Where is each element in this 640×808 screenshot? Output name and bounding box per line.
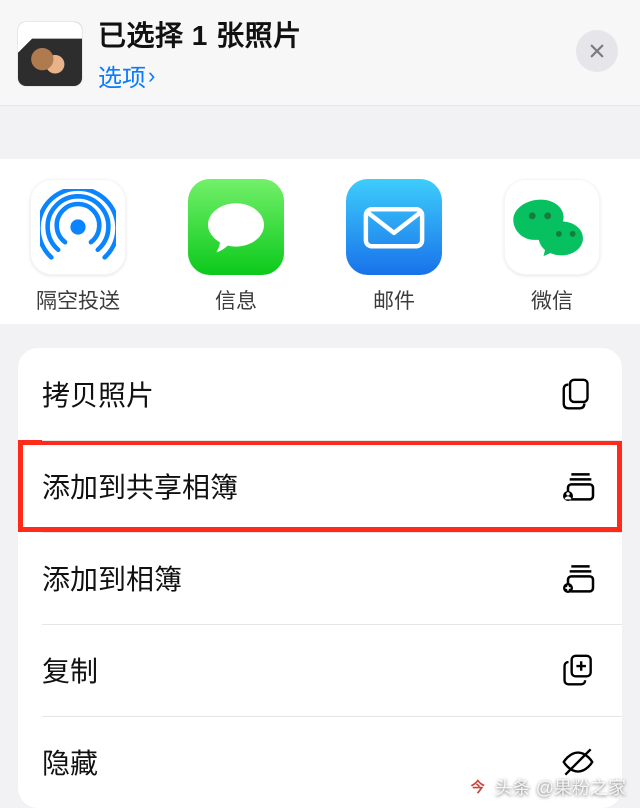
share-app-label: 隔空投送 — [36, 285, 120, 315]
airdrop-icon — [30, 179, 126, 275]
action-add-to-album[interactable]: 添加到相簿 — [18, 532, 622, 624]
share-app-label: 微信 — [531, 285, 573, 315]
actions-section: 拷贝照片 添加到共享相簿 — [0, 324, 640, 808]
share-app-label: 信息 — [215, 285, 257, 315]
close-button[interactable] — [576, 30, 618, 72]
share-app-messages[interactable]: 信息 — [166, 179, 306, 315]
action-label: 隐藏 — [42, 742, 98, 782]
action-label: 复制 — [42, 650, 98, 690]
wechat-icon — [504, 179, 600, 275]
close-icon — [588, 42, 606, 60]
action-add-to-shared-album[interactable]: 添加到共享相簿 — [18, 440, 622, 532]
chevron-right-icon: › — [148, 63, 155, 89]
shared-album-icon — [558, 466, 598, 506]
selected-count-title: 已选择 1 张照片 — [98, 14, 622, 54]
hide-icon — [558, 742, 598, 782]
options-label: 选项 — [98, 58, 146, 93]
action-label: 添加到共享相簿 — [42, 466, 238, 506]
action-hide[interactable]: 隐藏 — [18, 716, 622, 808]
header-title-block: 已选择 1 张照片 选项 › — [98, 14, 622, 93]
messages-icon — [188, 179, 284, 275]
mail-icon — [346, 179, 442, 275]
sheet-header: 已选择 1 张照片 选项 › — [0, 0, 640, 106]
add-album-icon — [558, 558, 598, 598]
share-apps-row[interactable]: 隔空投送 信息 邮件 — [0, 159, 640, 325]
action-label: 拷贝照片 — [42, 374, 154, 414]
action-label: 添加到相簿 — [42, 558, 182, 598]
actions-list: 拷贝照片 添加到共享相簿 — [18, 348, 622, 808]
share-app-mail[interactable]: 邮件 — [324, 179, 464, 315]
share-app-wechat[interactable]: 微信 — [482, 179, 622, 315]
share-sheet: 已选择 1 张照片 选项 › 隔空投送 — [0, 0, 640, 808]
action-duplicate[interactable]: 复制 — [18, 624, 622, 716]
selected-photo-thumbnail[interactable] — [18, 22, 82, 86]
duplicate-icon — [558, 650, 598, 690]
copy-photo-icon — [558, 374, 598, 414]
share-app-label: 邮件 — [373, 285, 415, 315]
share-app-airdrop[interactable]: 隔空投送 — [8, 179, 148, 315]
action-copy-photo[interactable]: 拷贝照片 — [18, 348, 622, 440]
spacer-strip — [0, 106, 640, 159]
options-button[interactable]: 选项 › — [98, 58, 155, 93]
